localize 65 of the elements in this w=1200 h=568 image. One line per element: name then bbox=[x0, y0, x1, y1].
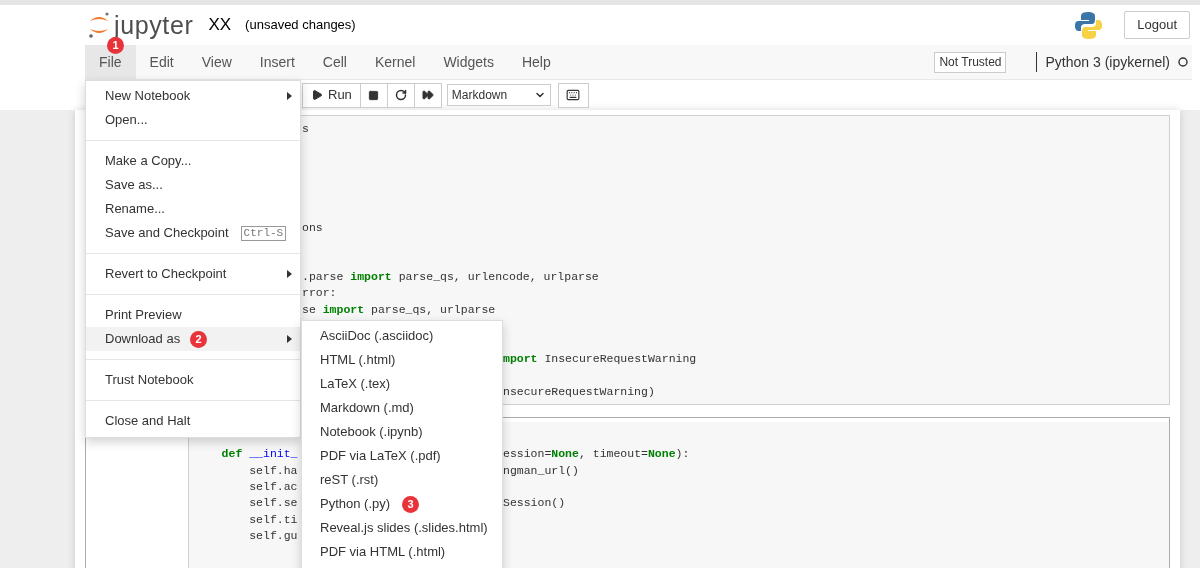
stop-button[interactable] bbox=[360, 82, 388, 108]
menu-tab[interactable]: Kernel bbox=[360, 45, 430, 79]
code-line: mport InsecureRequestWarning bbox=[503, 350, 697, 367]
jupyter-logo-icon bbox=[88, 11, 110, 39]
step-number-badge: 3 bbox=[402, 496, 420, 514]
menu-item[interactable]: New Notebook bbox=[86, 84, 300, 108]
menu-item[interactable]: Print Preview bbox=[86, 303, 300, 327]
menu-tab[interactable]: View bbox=[187, 45, 246, 79]
restart-button[interactable] bbox=[387, 82, 415, 108]
menu-item[interactable]: Reveal.js slides (.slides.html) bbox=[302, 516, 502, 540]
menu-item[interactable]: HTML (.html) bbox=[302, 348, 502, 372]
menu-item[interactable]: Trust Notebook bbox=[86, 368, 300, 392]
keyboard-button[interactable] bbox=[557, 82, 589, 108]
code-line: self.ti bbox=[248, 511, 298, 528]
code-line: nsecureRequestWarning) bbox=[503, 383, 655, 400]
menu-item[interactable]: Download as 2 bbox=[86, 327, 300, 351]
code-line: ession=None, timeout=None): bbox=[503, 446, 690, 463]
kernel-idle-icon bbox=[1178, 57, 1188, 67]
code-line: Session() bbox=[503, 495, 566, 512]
code-line: self.ac bbox=[248, 478, 298, 495]
menu-tab[interactable]: Help bbox=[507, 45, 565, 79]
keyboard-shortcut: Ctrl-S bbox=[240, 225, 287, 241]
code-line: def __init_ bbox=[220, 446, 298, 463]
code-line: ons bbox=[302, 219, 323, 236]
play-icon bbox=[311, 89, 323, 101]
code-line: ngman_url() bbox=[503, 462, 579, 479]
menu-item[interactable]: Python (.py) 3 bbox=[302, 492, 502, 516]
logo-text: jupyter bbox=[114, 12, 194, 38]
kernel-name: Python 3 (ipykernel) bbox=[1045, 52, 1170, 72]
save-status: (unsaved changes) bbox=[245, 16, 356, 35]
menu-tab[interactable]: Edit bbox=[135, 45, 188, 79]
menu-item[interactable]: PDF via LaTeX (.pdf) bbox=[302, 444, 502, 468]
menu-item[interactable]: Save and Checkpoint Ctrl-S bbox=[86, 221, 300, 245]
menu-item[interactable]: PDF via HTML (.html) bbox=[302, 540, 502, 564]
code-line: s bbox=[302, 121, 309, 138]
menu-item[interactable]: Revert to Checkpoint bbox=[86, 262, 300, 286]
menu-item[interactable]: Rename... bbox=[86, 197, 300, 221]
code-line: self.gu bbox=[248, 528, 298, 545]
menu-item[interactable]: LaTeX (.tex) bbox=[302, 372, 502, 396]
python-logo-icon bbox=[1074, 10, 1104, 40]
step-number-badge: 2 bbox=[190, 331, 208, 349]
menu-item[interactable]: Notebook (.ipynb) bbox=[302, 420, 502, 444]
run-button[interactable]: Run bbox=[302, 82, 361, 108]
code-line: self.se bbox=[248, 495, 298, 512]
code-line: self.ha bbox=[248, 462, 298, 479]
keyboard-icon bbox=[566, 88, 581, 102]
menu-tab[interactable]: Cell bbox=[308, 45, 361, 79]
fast-forward-button[interactable] bbox=[414, 82, 442, 108]
fast-forward-icon bbox=[421, 89, 434, 101]
menu-tab[interactable]: Widgets bbox=[429, 45, 508, 79]
code-line: rror: bbox=[302, 285, 337, 302]
code-line: se import parse_qs, urlparse bbox=[302, 301, 496, 318]
menu-item[interactable]: Save as... bbox=[86, 173, 300, 197]
menu-item[interactable]: AsciiDoc (.asciidoc) bbox=[302, 324, 502, 348]
menu-item[interactable]: Make a Copy... bbox=[86, 149, 300, 173]
cell-type-dropdown[interactable]: Markdown bbox=[446, 84, 551, 106]
code-line: .parse import parse_qs, urlencode, urlparse bbox=[302, 268, 599, 285]
menu-tab[interactable]: Insert bbox=[245, 45, 309, 79]
stop-icon bbox=[368, 89, 380, 101]
notebook-name[interactable]: XX bbox=[208, 12, 232, 38]
restart-icon bbox=[394, 89, 407, 101]
logout-button[interactable]: Logout bbox=[1124, 11, 1190, 39]
menu-item[interactable]: reST (.rst) bbox=[302, 468, 502, 492]
not-trusted-button[interactable]: Not Trusted bbox=[934, 51, 1007, 73]
jupyter-logo[interactable]: jupyter bbox=[88, 11, 194, 39]
